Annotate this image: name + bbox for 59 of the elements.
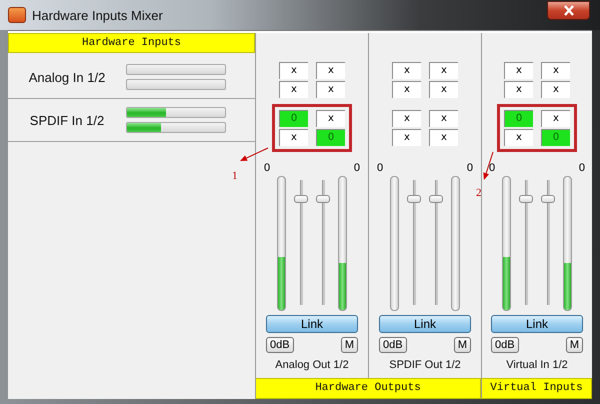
- routing-cell[interactable]: x: [279, 62, 308, 79]
- routing-cell[interactable]: x: [429, 110, 458, 127]
- window-title: Hardware Inputs Mixer: [32, 8, 163, 22]
- routing-cell[interactable]: x: [392, 62, 421, 79]
- meter-reading: 0: [264, 162, 270, 175]
- zero-db-button[interactable]: 0dB: [491, 337, 519, 353]
- output-name: Analog Out 1/2: [275, 359, 349, 371]
- mute-button[interactable]: M: [566, 337, 583, 353]
- link-button[interactable]: Link: [491, 315, 583, 333]
- routing-cell[interactable]: x: [392, 81, 421, 98]
- meter-reading: 0: [489, 162, 496, 175]
- routing-cell[interactable]: x: [316, 110, 345, 127]
- meter-reading: 0: [578, 162, 585, 175]
- routing-cell[interactable]: 0: [316, 129, 345, 146]
- routing-cell[interactable]: x: [279, 81, 308, 98]
- close-button[interactable]: [547, 1, 590, 20]
- meter-reading: 0: [377, 162, 384, 175]
- routing-cell[interactable]: x: [279, 129, 308, 146]
- section-footer: Virtual Inputs: [481, 378, 592, 399]
- mute-button[interactable]: M: [340, 337, 358, 353]
- routing-cell[interactable]: x: [392, 129, 421, 146]
- section-footer: Hardware Outputs: [255, 378, 481, 399]
- routing-cell[interactable]: x: [541, 62, 570, 79]
- input-name: SPDIF In 1/2: [28, 112, 106, 128]
- routing-cell[interactable]: x: [429, 81, 458, 98]
- meter-reading: 0: [354, 162, 360, 175]
- zero-db-button[interactable]: 0dB: [266, 337, 294, 353]
- volume-fader[interactable]: [429, 180, 443, 305]
- routing-cell[interactable]: x: [316, 62, 345, 79]
- output-name: SPDIF Out 1/2: [389, 359, 461, 371]
- routing-cell[interactable]: x: [316, 81, 345, 98]
- zero-db-button[interactable]: 0dB: [379, 337, 407, 353]
- routing-cell[interactable]: x: [504, 81, 533, 98]
- app-icon: [8, 7, 26, 23]
- routing-cell[interactable]: x: [541, 81, 570, 98]
- annotation-number: 2: [476, 187, 482, 199]
- routing-cell[interactable]: 0: [279, 110, 308, 127]
- meter-reading: 0: [466, 162, 473, 175]
- volume-fader[interactable]: [541, 180, 555, 305]
- link-button[interactable]: Link: [266, 315, 358, 333]
- volume-fader[interactable]: [316, 180, 330, 305]
- output-name: Virtual In 1/2: [506, 359, 568, 371]
- annotation-number: 1: [232, 170, 238, 182]
- volume-fader[interactable]: [407, 180, 421, 305]
- routing-cell[interactable]: x: [504, 62, 533, 79]
- routing-cell[interactable]: 0: [504, 110, 533, 127]
- volume-fader[interactable]: [519, 180, 533, 305]
- input-name: Analog In 1/2: [28, 70, 106, 84]
- link-button[interactable]: Link: [379, 315, 471, 333]
- routing-cell[interactable]: x: [429, 129, 458, 146]
- section-header: Hardware Inputs: [8, 33, 255, 53]
- routing-cell[interactable]: x: [541, 110, 570, 127]
- volume-fader[interactable]: [294, 180, 308, 305]
- routing-cell[interactable]: x: [429, 62, 458, 79]
- close-icon: [562, 5, 574, 16]
- routing-cell[interactable]: x: [392, 110, 421, 127]
- routing-cell[interactable]: 0: [541, 129, 570, 146]
- routing-cell[interactable]: x: [504, 129, 533, 146]
- mute-button[interactable]: M: [454, 337, 471, 353]
